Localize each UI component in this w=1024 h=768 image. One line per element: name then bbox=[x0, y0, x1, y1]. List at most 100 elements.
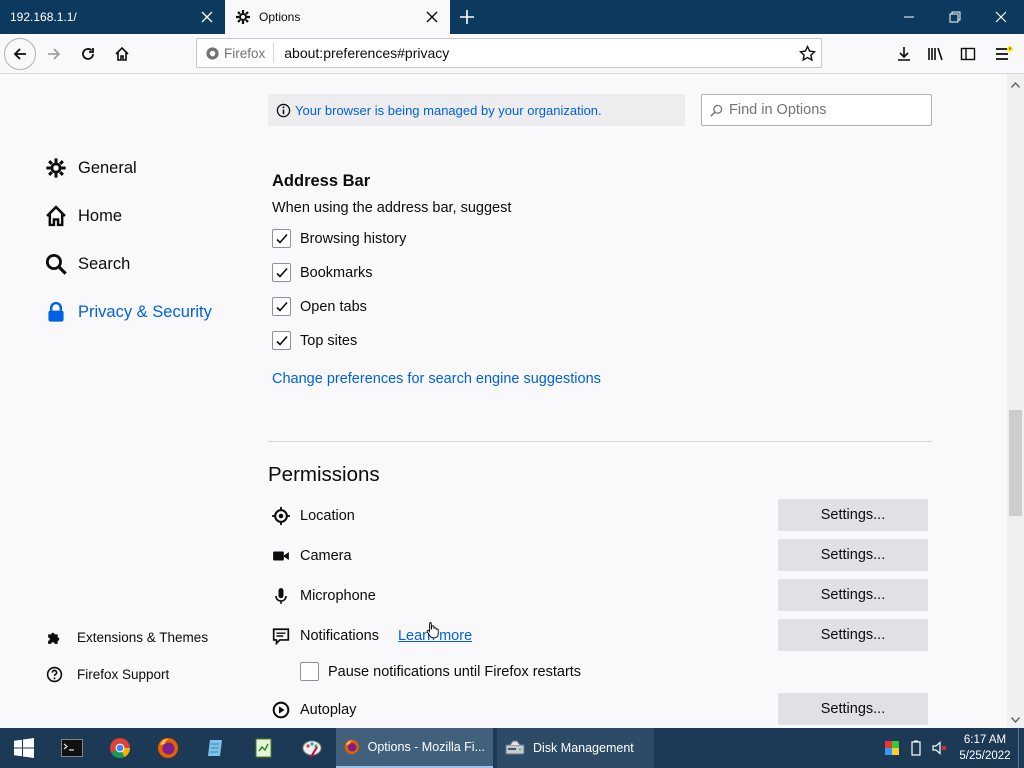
find-in-options-input[interactable]: Find in Options bbox=[701, 94, 932, 126]
taskbar-app-label: Disk Management bbox=[533, 741, 634, 755]
camera-settings-button[interactable]: Settings... bbox=[778, 539, 928, 571]
close-tab-icon[interactable] bbox=[424, 9, 440, 25]
close-tab-icon[interactable] bbox=[199, 9, 215, 25]
tab-options[interactable]: Options bbox=[225, 0, 450, 34]
scroll-up-arrow-icon[interactable] bbox=[1007, 76, 1024, 93]
taskbar-app-paint[interactable] bbox=[288, 728, 336, 768]
extensions-themes-link[interactable]: Extensions & Themes bbox=[46, 629, 208, 646]
taskbar-firefox-window[interactable]: Options - Mozilla Fi... bbox=[336, 728, 493, 768]
permission-autoplay: Autoplay bbox=[271, 700, 356, 720]
taskbar-chrome[interactable] bbox=[96, 728, 144, 768]
page-scrollbar[interactable] bbox=[1007, 74, 1024, 728]
back-arrow-icon bbox=[13, 47, 26, 60]
checkbox-label: Pause notifications until Firefox restar… bbox=[328, 663, 582, 680]
checkbox-bookmarks[interactable]: Bookmarks bbox=[272, 263, 373, 282]
category-label: General bbox=[78, 158, 137, 177]
policies-notice[interactable]: Your browser is being managed by your or… bbox=[268, 94, 685, 126]
microphone-icon bbox=[271, 586, 291, 606]
minimize-button[interactable] bbox=[886, 0, 932, 34]
window-controls bbox=[886, 0, 1024, 34]
taskbar-firefox[interactable] bbox=[144, 728, 192, 768]
new-tab-button[interactable] bbox=[450, 0, 484, 34]
section-divider bbox=[268, 441, 932, 442]
permission-label: Autoplay bbox=[300, 702, 357, 718]
restore-button[interactable] bbox=[932, 0, 978, 34]
location-settings-button[interactable]: Settings... bbox=[778, 499, 928, 531]
taskbar-cmd[interactable] bbox=[48, 728, 96, 768]
windows-icon bbox=[14, 738, 34, 758]
show-desktop-button[interactable] bbox=[1018, 728, 1024, 768]
category-home[interactable]: Home bbox=[44, 204, 122, 228]
permission-label: Microphone bbox=[300, 588, 376, 604]
search-suggestions-link[interactable]: Change preferences for search engine sug… bbox=[272, 371, 601, 387]
scrollbar-thumb[interactable] bbox=[1009, 410, 1022, 516]
checkbox-pause-notifications[interactable]: Pause notifications until Firefox restar… bbox=[300, 662, 581, 681]
lock-icon bbox=[44, 300, 68, 324]
home-button[interactable] bbox=[106, 38, 138, 70]
firefox-icon bbox=[158, 738, 178, 758]
permission-location: Location bbox=[271, 506, 355, 526]
scroll-down-arrow-icon[interactable] bbox=[1007, 711, 1024, 728]
checkbox[interactable] bbox=[300, 662, 319, 681]
forward-button[interactable] bbox=[38, 38, 70, 70]
preferences-sidebar: General Home Search Privacy & Security E… bbox=[0, 74, 250, 728]
downloads-button[interactable] bbox=[888, 38, 920, 70]
checkbox-top-sites[interactable]: Top sites bbox=[272, 331, 357, 350]
color-tray-icon[interactable] bbox=[880, 728, 904, 768]
category-search[interactable]: Search bbox=[44, 252, 130, 276]
identity-label: Firefox bbox=[224, 45, 266, 61]
category-label: Search bbox=[78, 254, 131, 273]
address-bar-heading: Address Bar bbox=[272, 172, 371, 190]
restore-icon bbox=[949, 11, 961, 23]
autoplay-icon bbox=[271, 700, 291, 720]
url-bar[interactable]: Firefox about:preferences#privacy bbox=[196, 38, 822, 68]
sidebar-toggle-button[interactable] bbox=[952, 38, 984, 70]
checkbox[interactable] bbox=[272, 297, 291, 316]
bookmark-star-icon[interactable] bbox=[793, 44, 821, 62]
category-label: Privacy & Security bbox=[78, 302, 212, 321]
checkbox[interactable] bbox=[272, 229, 291, 248]
policies-notice-text: Your browser is being managed by your or… bbox=[295, 102, 602, 118]
checkmark-icon bbox=[275, 267, 288, 278]
search-icon bbox=[710, 104, 723, 117]
category-privacy-security[interactable]: Privacy & Security bbox=[44, 300, 212, 324]
autoplay-settings-button[interactable]: Settings... bbox=[778, 693, 928, 725]
notifications-settings-button[interactable]: Settings... bbox=[778, 619, 928, 651]
taskbar-app-editor[interactable] bbox=[240, 728, 288, 768]
permission-camera: Camera bbox=[271, 546, 352, 566]
volume-muted-icon[interactable] bbox=[928, 728, 952, 768]
reload-button[interactable] bbox=[72, 38, 104, 70]
checkbox-label: Top sites bbox=[300, 332, 358, 349]
permission-microphone: Microphone bbox=[271, 586, 376, 606]
checkbox[interactable] bbox=[272, 331, 291, 350]
checkbox-label: Bookmarks bbox=[300, 264, 373, 281]
gear-icon bbox=[44, 156, 68, 180]
battery-icon[interactable] bbox=[904, 728, 928, 768]
taskbar-disk-management-window[interactable]: Disk Management bbox=[497, 728, 654, 768]
menu-button[interactable] bbox=[984, 38, 1024, 70]
checkbox-browsing-history[interactable]: Browsing history bbox=[272, 229, 406, 248]
library-button[interactable] bbox=[920, 38, 952, 70]
tab-router[interactable]: 192.168.1.1/ bbox=[0, 0, 225, 34]
checkbox-open-tabs[interactable]: Open tabs bbox=[272, 297, 367, 316]
disk-management-icon bbox=[505, 740, 525, 755]
library-icon bbox=[928, 47, 943, 61]
system-clock[interactable]: 6:17 AM 5/25/2022 bbox=[952, 732, 1018, 764]
location-icon bbox=[271, 506, 291, 526]
checkbox[interactable] bbox=[272, 263, 291, 282]
firefox-support-link[interactable]: Firefox Support bbox=[46, 666, 169, 683]
close-window-button[interactable] bbox=[978, 0, 1024, 34]
tab-strip: 192.168.1.1/ Options bbox=[0, 0, 1024, 34]
url-text[interactable]: about:preferences#privacy bbox=[284, 45, 793, 61]
puzzle-icon bbox=[46, 629, 63, 646]
search-icon bbox=[44, 252, 68, 276]
checkmark-icon bbox=[275, 233, 288, 244]
microphone-settings-button[interactable]: Settings... bbox=[778, 579, 928, 611]
identity-box[interactable]: Firefox bbox=[197, 43, 275, 63]
category-general[interactable]: General bbox=[44, 156, 137, 180]
back-button[interactable] bbox=[4, 37, 36, 70]
clock-date: 5/25/2022 bbox=[959, 750, 1011, 762]
start-button[interactable] bbox=[0, 728, 48, 768]
notepad-icon bbox=[208, 740, 222, 756]
taskbar-app-notepad[interactable] bbox=[192, 728, 240, 768]
